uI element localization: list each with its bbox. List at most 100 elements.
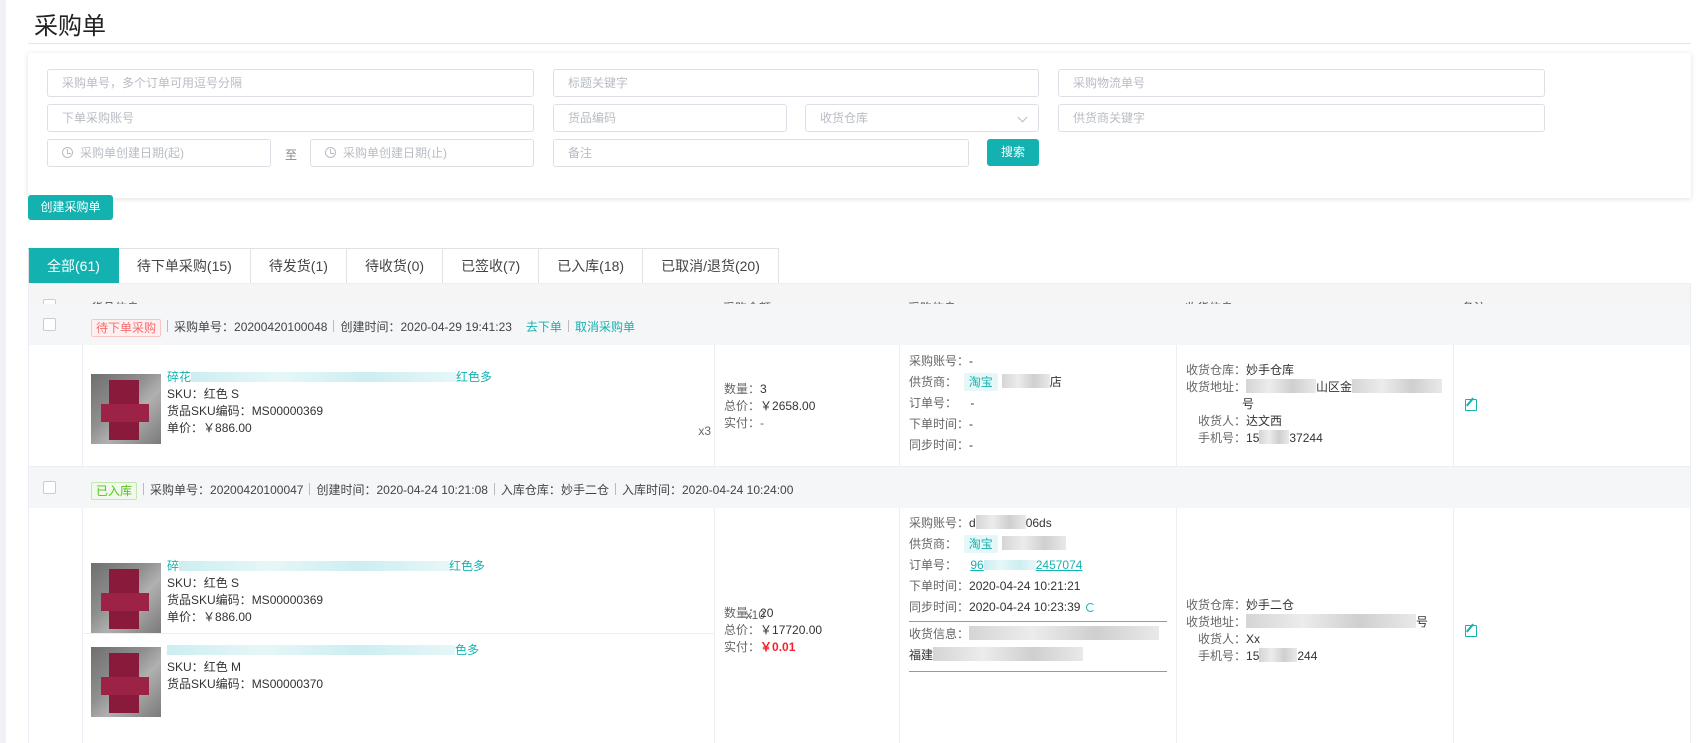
receive-info-label: 收货信息： — [909, 627, 970, 641]
order-no-input[interactable]: 采购单号，多个订单可用逗号分隔 — [47, 69, 534, 97]
created-time: 2020-04-29 19:41:23 — [400, 320, 512, 334]
goods-code-input[interactable]: 货品编码 — [553, 104, 787, 132]
sku-label: SKU： — [167, 576, 204, 590]
redacted-order — [983, 560, 1036, 570]
sku-label: SKU： — [167, 387, 204, 401]
platform-tag: 淘宝 — [963, 373, 998, 391]
purchase-cell: 采购账号：- 供货商： 淘宝店 订单号： - 下单时间：- 同步时间：- — [909, 351, 1169, 456]
order-checkbox[interactable] — [43, 318, 56, 331]
order-time-label: 下单时间： — [909, 417, 970, 431]
status-tabs: 全部(61) 待下单采购(15) 待发货(1) 待收货(0) 已签收(7) 已入… — [28, 248, 779, 283]
cancel-order-link[interactable]: 取消采购单 — [575, 320, 635, 334]
redacted-address — [1246, 614, 1417, 628]
person-value: Xx — [1246, 632, 1261, 646]
created-time: 2020-04-24 10:21:08 — [376, 483, 488, 497]
order-label: 订单号： — [909, 558, 958, 572]
qty-label: 数量： — [724, 382, 761, 396]
wh-value: 妙手二仓 — [1246, 598, 1295, 612]
phone-label: 手机号： — [1198, 649, 1247, 663]
code-label: 货品SKU编码： — [167, 404, 252, 418]
tab-cancelled[interactable]: 已取消/退货(20) — [643, 248, 779, 283]
tab-stocked[interactable]: 已入库(18) — [539, 248, 644, 283]
product-title[interactable]: 碎花 红色多 — [167, 369, 492, 386]
order-no-link[interactable]: 96 2457074 — [970, 558, 1082, 572]
clock-icon — [325, 147, 336, 158]
addr-end: 号 — [1242, 397, 1255, 411]
create-order-button[interactable]: 创建采购单 — [28, 195, 113, 220]
tab-pending-order[interactable]: 待下单采购(15) — [118, 248, 251, 283]
tab-signed[interactable]: 已签收(7) — [443, 248, 540, 283]
sku-value: 红色 S — [203, 387, 240, 401]
person-value: 达文西 — [1246, 414, 1283, 428]
account-start: d — [969, 516, 976, 530]
product-title[interactable]: 色多 — [167, 642, 479, 659]
supplier-label: 供货商： — [909, 375, 958, 389]
order-time-value: 2020-04-24 10:21:21 — [969, 579, 1081, 593]
edit-remark-icon[interactable] — [1465, 399, 1477, 411]
in-wh-label: 入库仓库： — [500, 483, 561, 497]
account-label: 采购账号： — [909, 354, 970, 368]
product-thumbnail[interactable] — [91, 647, 161, 717]
date-end-placeholder: 采购单创建日期(止) — [343, 146, 447, 160]
addr-mid: 山区金 — [1316, 380, 1353, 394]
redacted-address — [1352, 379, 1443, 393]
order-no-placeholder: 采购单号，多个订单可用逗号分隔 — [62, 76, 243, 90]
warehouse-select[interactable]: 收货仓库 — [805, 104, 1039, 132]
item-divider — [82, 633, 714, 634]
phone-start: 15 — [1246, 649, 1260, 663]
order-no: 20200420100047 — [210, 483, 304, 497]
sku-value: 红色 M — [203, 660, 242, 674]
product-thumbnail[interactable] — [91, 563, 161, 633]
addr-label: 收货地址： — [1186, 380, 1247, 394]
paid-label: 实付： — [724, 640, 761, 654]
tab-all[interactable]: 全部(61) — [28, 248, 119, 283]
product-title-end: 色多 — [455, 643, 480, 657]
sync-value: - — [969, 438, 974, 452]
order-value: - — [970, 396, 975, 410]
redacted-title — [179, 561, 450, 571]
date-start-input[interactable]: 采购单创建日期(起) — [47, 139, 271, 167]
logistics-no-placeholder: 采购物流单号 — [1073, 76, 1146, 90]
redacted-address — [1246, 379, 1317, 393]
edit-remark-icon[interactable] — [1465, 625, 1477, 637]
paid-value: ￥0.01 — [760, 640, 796, 654]
supplier-keyword-input[interactable]: 供货商关键字 — [1058, 104, 1545, 132]
account-input[interactable]: 下单采购账号 — [47, 104, 534, 132]
in-time-label: 入库时间： — [621, 483, 682, 497]
tab-pending-receive[interactable]: 待收货(0) — [346, 248, 444, 283]
chevron-down-icon — [1017, 112, 1028, 123]
product-title-end: 红色多 — [456, 370, 493, 384]
title-keyword-input[interactable]: 标题关键字 — [553, 69, 1039, 97]
redacted-receive-info — [969, 626, 1160, 640]
remark-input[interactable]: 备注 — [553, 139, 969, 167]
goods-code-placeholder: 货品编码 — [568, 111, 617, 125]
addr-label: 收货地址： — [1186, 615, 1247, 629]
refresh-icon[interactable] — [1086, 603, 1096, 612]
price-label: 单价： — [167, 610, 204, 624]
redacted-title — [191, 372, 457, 382]
redacted-shop — [1001, 374, 1050, 388]
place-order-link[interactable]: 去下单 — [526, 320, 562, 334]
date-start-placeholder: 采购单创建日期(起) — [80, 146, 184, 160]
wh-label: 收货仓库： — [1186, 598, 1247, 612]
phone-end: 244 — [1297, 649, 1318, 663]
supplier-label: 供货商： — [909, 537, 958, 551]
logistics-no-input[interactable]: 采购物流单号 — [1058, 69, 1545, 97]
amount-cell: 数量：3 总价：￥2658.00 实付：- — [724, 381, 815, 432]
date-end-input[interactable]: 采购单创建日期(止) — [310, 139, 534, 167]
product-title[interactable]: 碎 红色多 — [167, 558, 485, 575]
wh-label: 收货仓库： — [1186, 363, 1247, 377]
code-label: 货品SKU编码： — [167, 677, 252, 691]
product-title-start: 碎花 — [167, 370, 192, 384]
search-button[interactable]: 搜索 — [987, 139, 1039, 166]
title-divider — [28, 43, 1691, 44]
person-label: 收货人： — [1198, 414, 1247, 428]
in-time-value: 2020-04-24 10:24:00 — [681, 483, 794, 497]
orders-table: 货品信息 采购金额 采购信息 收货信息 备注 待下单采购采购单号：2020042… — [28, 283, 1691, 743]
order-no-label: 采购单号： — [150, 483, 211, 497]
supplier-keyword-placeholder: 供货商关键字 — [1073, 111, 1146, 125]
tab-pending-ship[interactable]: 待发货(1) — [250, 248, 347, 283]
purchase-cell: 采购账号：d 06ds 供货商： 淘宝 订单号： 96 2457074 下单时间：2… — [909, 513, 1169, 672]
product-thumbnail[interactable] — [91, 374, 161, 444]
order-checkbox[interactable] — [43, 481, 56, 494]
